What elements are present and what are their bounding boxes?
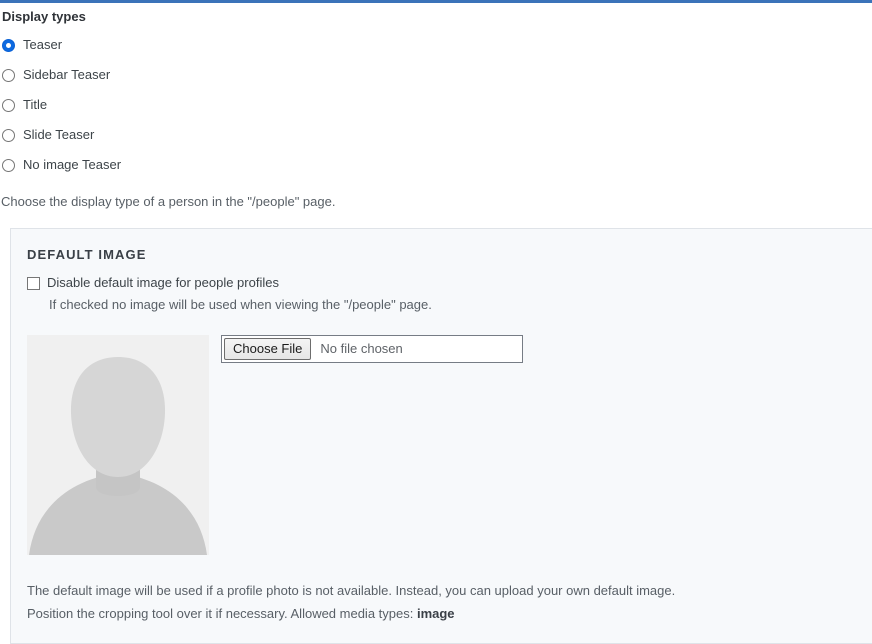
checkbox-icon-disable-default-image[interactable]	[27, 277, 40, 290]
disable-default-image-description: If checked no image will be used when vi…	[49, 297, 872, 313]
radio-option-no-image-teaser[interactable]: No image Teaser	[0, 150, 872, 180]
radio-label-title: Title	[23, 97, 47, 113]
default-image-upload-row: Choose File No file chosen	[27, 335, 872, 555]
display-types-description: Choose the display type of a person in t…	[1, 194, 872, 210]
footer-line-1: The default image will be used if a prof…	[27, 583, 675, 598]
disable-default-image-checkbox-row[interactable]: Disable default image for people profile…	[27, 275, 872, 291]
default-image-footer-description: The default image will be used if a prof…	[27, 579, 767, 625]
allowed-media-types-value: image	[417, 606, 455, 621]
file-chosen-status: No file chosen	[320, 341, 402, 357]
radio-icon-title[interactable]	[2, 99, 15, 112]
radio-icon-teaser[interactable]	[2, 39, 15, 52]
radio-icon-no-image-teaser[interactable]	[2, 159, 15, 172]
person-silhouette-icon	[27, 335, 209, 555]
radio-label-no-image-teaser: No image Teaser	[23, 157, 121, 173]
footer-line-2-prefix: Position the cropping tool over it if ne…	[27, 606, 417, 621]
radio-icon-sidebar-teaser[interactable]	[2, 69, 15, 82]
default-image-panel: DEFAULT IMAGE Disable default image for …	[10, 228, 872, 644]
radio-label-slide-teaser: Slide Teaser	[23, 127, 94, 143]
choose-file-button[interactable]: Choose File	[224, 338, 311, 360]
radio-option-teaser[interactable]: Teaser	[0, 30, 872, 60]
default-image-file-input[interactable]: Choose File No file chosen	[221, 335, 523, 363]
display-types-legend: Display types	[2, 9, 872, 25]
default-image-preview	[27, 335, 209, 555]
display-types-fieldset: Display types Teaser Sidebar Teaser Titl…	[0, 3, 872, 210]
radio-option-slide-teaser[interactable]: Slide Teaser	[0, 120, 872, 150]
radio-label-sidebar-teaser: Sidebar Teaser	[23, 67, 110, 83]
disable-default-image-label: Disable default image for people profile…	[47, 275, 279, 291]
radio-option-sidebar-teaser[interactable]: Sidebar Teaser	[0, 60, 872, 90]
radio-icon-slide-teaser[interactable]	[2, 129, 15, 142]
radio-option-title[interactable]: Title	[0, 90, 872, 120]
radio-label-teaser: Teaser	[23, 37, 62, 53]
default-image-panel-title: DEFAULT IMAGE	[27, 247, 872, 263]
